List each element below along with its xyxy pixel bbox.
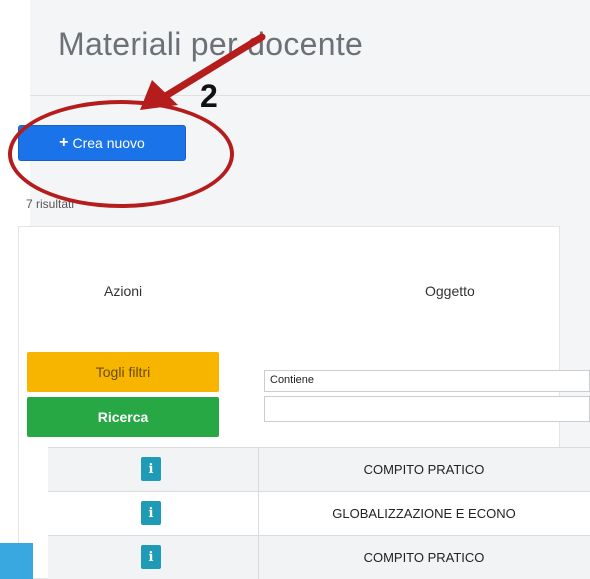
annotation-arrow [140,33,266,110]
